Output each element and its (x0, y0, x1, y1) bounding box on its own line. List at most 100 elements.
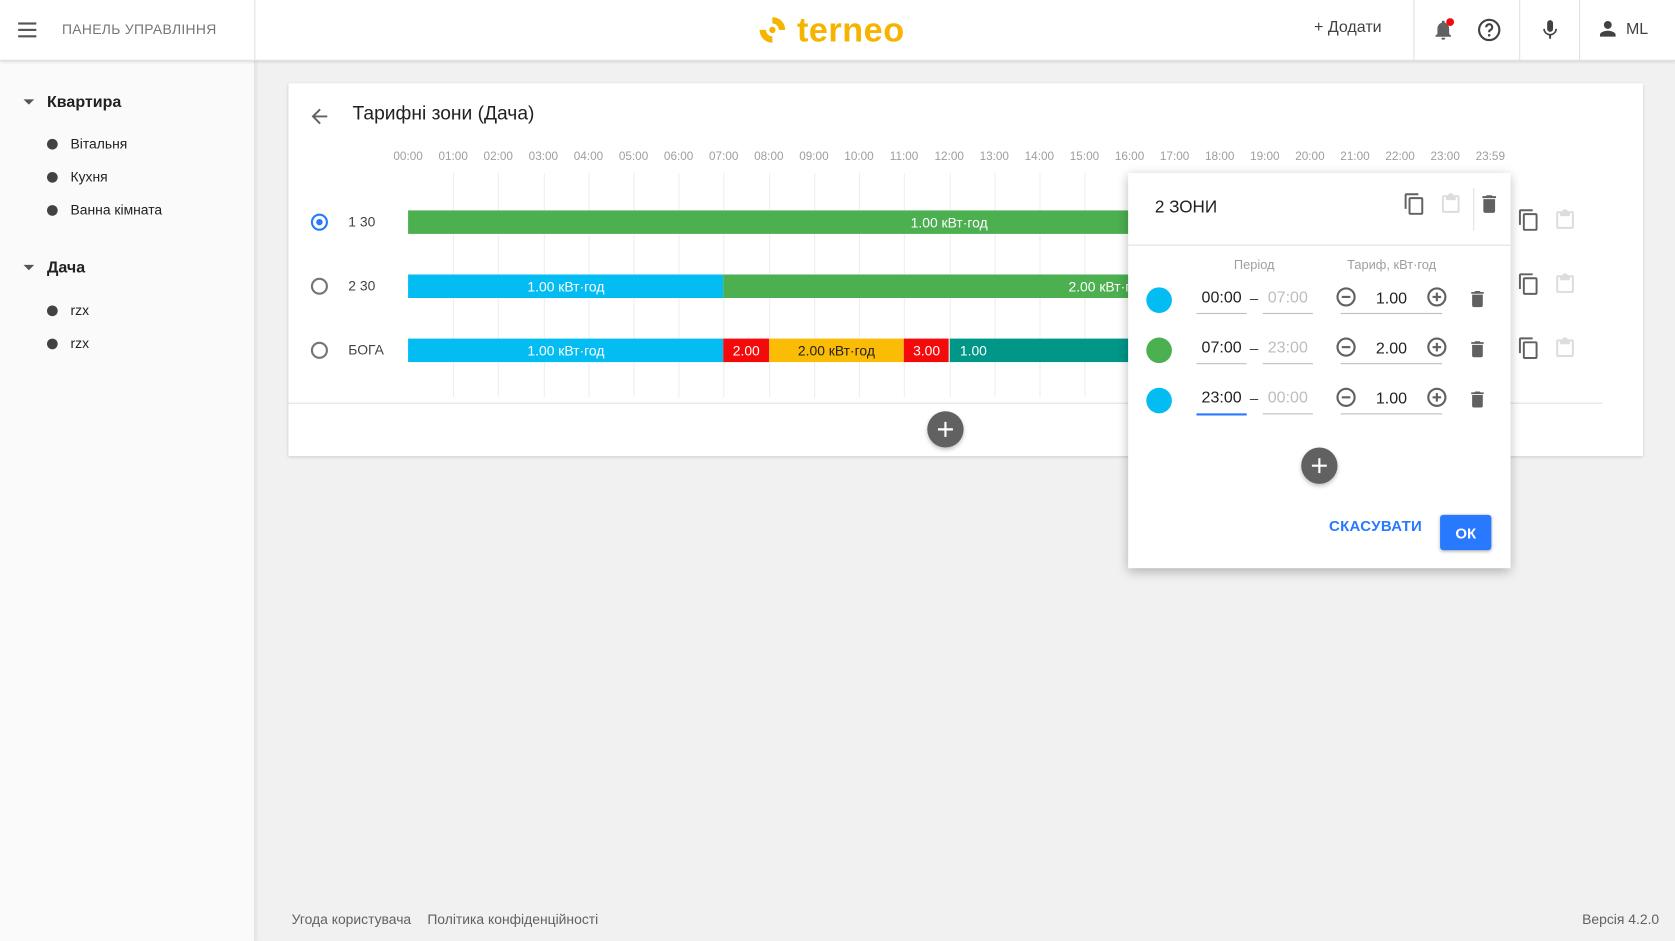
menu-icon[interactable] (15, 17, 41, 43)
zone-from-time[interactable]: 00:00 (1196, 285, 1247, 315)
paste-icon[interactable] (1553, 208, 1577, 237)
range-dash: – (1249, 389, 1259, 407)
plus-circle-icon[interactable] (1427, 287, 1447, 307)
version-label: Версія 4.2.0 (1582, 911, 1660, 928)
dot-icon (47, 204, 58, 216)
bell-icon[interactable] (1429, 16, 1457, 44)
caret-down-icon (23, 264, 35, 271)
divider (1128, 244, 1511, 246)
tariff-stepper[interactable]: 2.00 (1336, 335, 1447, 365)
sidebar-group-kvartyra[interactable]: Квартира (23, 93, 122, 111)
divider (254, 0, 256, 60)
popup-title: 2 ЗОНИ (1154, 198, 1218, 217)
hour-tick-label: 07:00 (709, 150, 739, 164)
copy-icon[interactable] (1403, 192, 1427, 221)
sidebar-group-dacha[interactable]: Дача (23, 258, 85, 277)
plus-circle-icon[interactable] (1427, 387, 1447, 407)
tariff-stepper[interactable]: 1.00 (1336, 285, 1447, 315)
tariff-segment[interactable]: 3.00 (904, 338, 950, 363)
back-arrow-icon[interactable] (308, 105, 332, 134)
add-zone-row-button[interactable] (1301, 447, 1338, 484)
logo[interactable]: terneo (756, 10, 905, 49)
hour-tick-label: 18:00 (1205, 150, 1235, 164)
ok-button[interactable]: ОК (1440, 514, 1492, 551)
hour-tick-label: 12:00 (934, 150, 964, 164)
zone-to-time[interactable]: 00:00 (1262, 386, 1313, 415)
copy-icon[interactable] (1517, 208, 1541, 237)
sidebar-item-vanna[interactable]: Ванна кімната (47, 202, 162, 218)
page-title: Тарифні зони (Дача) (352, 102, 535, 124)
paste-icon[interactable] (1553, 336, 1577, 365)
zone-set-label: 1 30 (348, 213, 376, 230)
divider (1519, 0, 1521, 60)
range-dash: – (1249, 289, 1259, 307)
zones-editor-popup: 2 ЗОНИ Період Тариф, кВт·год 00:00–07:00… (1128, 173, 1511, 569)
hour-tick-label: 23:00 (1430, 150, 1460, 164)
plus-circle-icon[interactable] (1427, 337, 1447, 357)
delete-zone-icon[interactable] (1467, 288, 1488, 315)
app-title: ПАНЕЛЬ УПРАВЛІННЯ (61, 21, 217, 38)
zone-set-label: 2 30 (348, 277, 376, 294)
zone-color-swatch[interactable] (1146, 287, 1172, 313)
hour-tick-label: 00:00 (393, 150, 423, 164)
dot-icon (47, 171, 58, 183)
hour-tick-label: 05:00 (618, 150, 649, 164)
top-bar: ПАНЕЛЬ УПРАВЛІННЯ terneo + Додати ML (0, 0, 1675, 61)
zone-from-time[interactable]: 23:00 (1196, 386, 1247, 416)
tariff-header: Тариф, кВт·год (1347, 257, 1437, 273)
logo-text: terneo (796, 10, 905, 49)
hour-tick-label: 20:00 (1295, 150, 1325, 164)
user-menu[interactable]: ML (1596, 17, 1648, 40)
tariff-segment[interactable]: 2.00 кВт·год (768, 338, 905, 363)
range-dash: – (1249, 339, 1259, 357)
user-initials: ML (1625, 19, 1649, 38)
dot-icon (47, 304, 58, 316)
tariff-segment[interactable]: 1.00 кВт·год (408, 274, 724, 298)
privacy-policy-link[interactable]: Політика конфіденційності (427, 911, 598, 927)
sidebar-item-vitalnia[interactable]: Вітальня (47, 136, 127, 152)
tariff-segment[interactable]: 2.00 (723, 338, 769, 363)
zone-to-time[interactable]: 07:00 (1262, 285, 1313, 315)
dot-icon (47, 338, 58, 349)
sidebar-item-kukhnia[interactable]: Кухня (47, 169, 108, 185)
plus-icon (937, 421, 953, 437)
caret-down-icon (23, 99, 35, 105)
add-button[interactable]: + Додати (1314, 18, 1382, 36)
hour-tick-label: 21:00 (1340, 150, 1370, 164)
delete-zone-icon[interactable] (1467, 339, 1488, 366)
user-agreement-link[interactable]: Угода користувача (292, 911, 412, 927)
sidebar-item-rzx[interactable]: rzx (47, 302, 89, 318)
plus-icon (1311, 458, 1327, 474)
hour-tick-label: 14:00 (1024, 150, 1055, 164)
cancel-button[interactable]: СКАСУВАТИ (1329, 517, 1422, 534)
hour-tick-label: 03:00 (528, 150, 559, 164)
delete-icon[interactable] (1477, 192, 1501, 221)
zone-to-time[interactable]: 23:00 (1262, 335, 1313, 365)
microphone-icon[interactable] (1536, 16, 1564, 44)
hour-tick-label: 13:00 (979, 150, 1009, 164)
hour-tick-label: 04:00 (573, 150, 604, 164)
zone-from-time[interactable]: 07:00 (1196, 335, 1247, 365)
sidebar: Квартира Вітальня Кухня Ванна кімната Да… (0, 60, 256, 941)
add-zone-button[interactable] (927, 411, 964, 448)
hour-tick-label: 15:00 (1069, 150, 1100, 164)
tariff-segment[interactable]: 1.00 кВт·год (408, 338, 724, 363)
hour-tick-label: 06:00 (663, 150, 694, 164)
hour-tick-label: 11:00 (889, 150, 919, 164)
divider (1413, 0, 1415, 60)
hour-tick-label: 16:00 (1114, 150, 1145, 164)
terneo-logo-icon (759, 17, 786, 43)
help-icon[interactable] (1475, 16, 1503, 44)
copy-icon[interactable] (1517, 336, 1541, 365)
copy-icon[interactable] (1517, 272, 1541, 301)
zone-color-swatch[interactable] (1146, 387, 1172, 414)
zone-set-radio[interactable] (310, 213, 328, 231)
paste-icon[interactable] (1439, 192, 1463, 221)
sidebar-item-rzx[interactable]: rzx (47, 335, 89, 351)
zone-set-radio[interactable] (310, 341, 328, 359)
tariff-stepper[interactable]: 1.00 (1336, 386, 1447, 415)
zone-set-radio[interactable] (310, 277, 328, 295)
zone-color-swatch[interactable] (1146, 337, 1172, 364)
paste-icon[interactable] (1553, 272, 1577, 301)
delete-zone-icon[interactable] (1467, 389, 1488, 416)
